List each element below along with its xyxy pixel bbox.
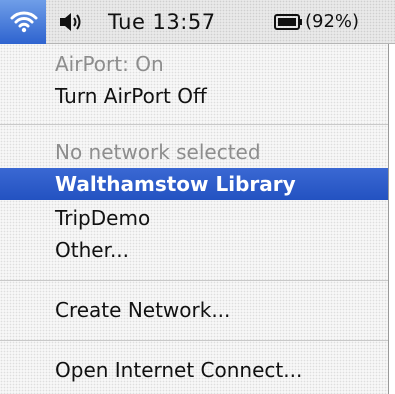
turn-airport-off-item[interactable]: Turn AirPort Off [0,80,388,112]
battery-percentage: (92%) [305,11,360,32]
create-network-item[interactable]: Create Network... [0,294,388,326]
network-status: No network selected [55,140,261,164]
menu-separator [0,124,388,125]
network-item-walthamstow-library[interactable]: Walthamstow Library [0,168,388,200]
speaker-volume-icon[interactable] [57,9,85,35]
battery-icon[interactable] [274,13,304,31]
other-network-item[interactable]: Other... [0,234,388,266]
menubar-clock[interactable]: Tue 13:57 [108,10,216,34]
menu-separator [0,340,388,341]
airport-dropdown-menu: AirPort: On Turn AirPort Off No network … [0,44,389,394]
menu-separator [0,280,388,281]
open-internet-connect-item[interactable]: Open Internet Connect... [0,354,388,386]
airport-status: AirPort: On [55,52,164,76]
airport-menu-extra[interactable] [0,0,46,44]
menu-bar: Tue 13:57 (92%) [0,0,395,44]
wifi-airport-icon [10,11,38,33]
network-item-tripdemo[interactable]: TripDemo [0,202,388,234]
